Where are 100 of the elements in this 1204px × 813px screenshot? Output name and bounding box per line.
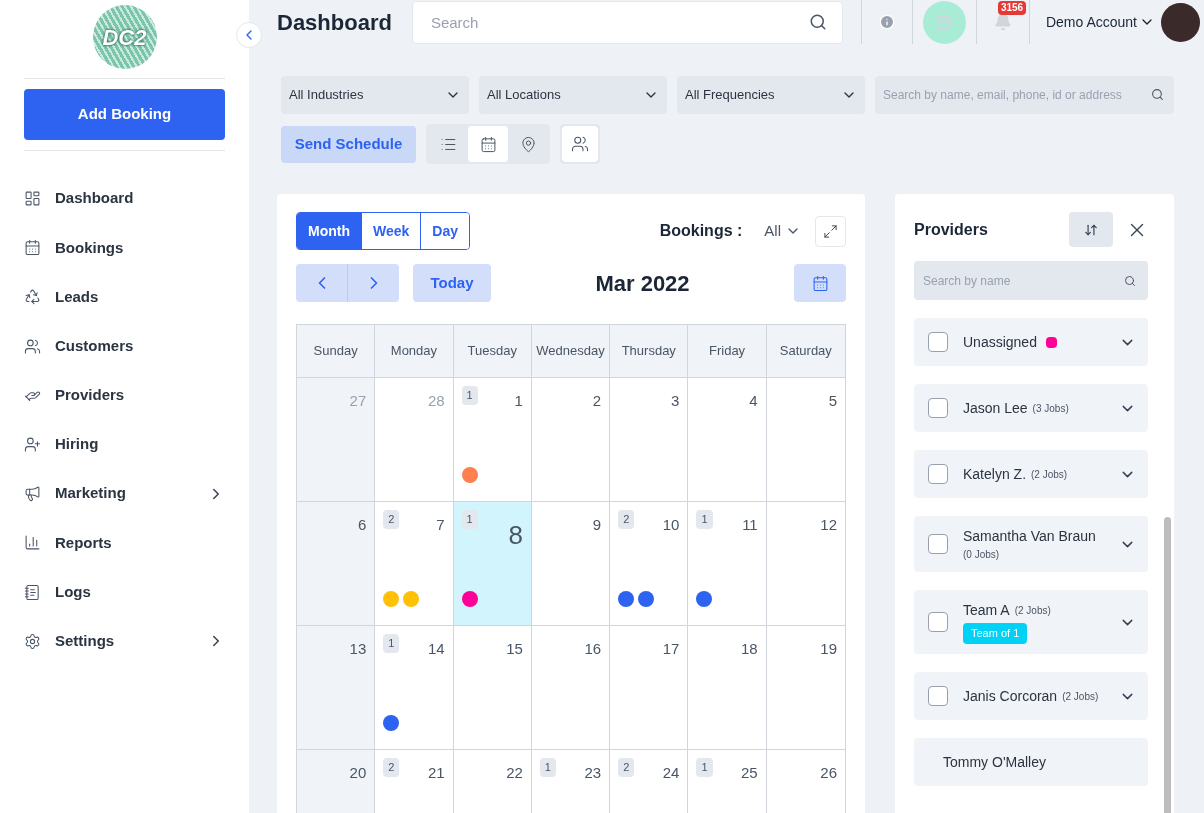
nav-item[interactable]: Logs: [24, 567, 225, 617]
nav-item[interactable]: Reports: [24, 518, 225, 568]
nav-item[interactable]: Providers: [24, 370, 225, 420]
provider-item[interactable]: Unassigned: [914, 318, 1148, 366]
day-cell[interactable]: 2 10: [610, 501, 689, 625]
provider-name: Samantha Van Braun: [963, 527, 1096, 546]
provider-search-field[interactable]: Search by name: [914, 261, 1148, 300]
view-tab[interactable]: Day: [420, 213, 469, 249]
day-cell[interactable]: 1 25: [688, 749, 767, 813]
search-field[interactable]: Search: [411, 0, 843, 44]
day-cell[interactable]: 6: [297, 501, 376, 625]
booking-count: 2: [383, 758, 400, 777]
provider-item[interactable]: Katelyn Z. (2 Jobs): [914, 450, 1148, 498]
day-number: 16: [584, 639, 602, 659]
day-cell[interactable]: 2 24: [610, 749, 689, 813]
nav-item[interactable]: Bookings: [24, 223, 225, 273]
day-cell[interactable]: 1 14: [375, 625, 454, 749]
sort-arrows-icon: [1084, 222, 1098, 237]
nav-item[interactable]: Customers: [24, 321, 225, 371]
day-cell[interactable]: 20: [297, 749, 376, 813]
nav-item[interactable]: Settings: [24, 616, 225, 666]
provider-item[interactable]: Janis Corcoran (2 Jobs): [914, 672, 1148, 720]
date-picker-button[interactable]: [794, 264, 846, 302]
provider-checkbox[interactable]: [928, 686, 948, 706]
day-number: 19: [820, 639, 837, 659]
expand-icon: [823, 223, 838, 239]
day-number: 25: [741, 763, 758, 783]
bar-chart-icon: [24, 534, 41, 552]
bookings-search-field[interactable]: Search by name, email, phone, id or address: [875, 76, 1174, 114]
calendar-view-button[interactable]: [468, 126, 508, 162]
send-schedule-button[interactable]: Send Schedule: [281, 125, 416, 163]
provider-item[interactable]: Tommy O'Malley: [914, 738, 1148, 786]
day-cell[interactable]: 1 11: [688, 501, 767, 625]
day-cell[interactable]: 2 7: [375, 501, 454, 625]
provider-name: Unassigned: [963, 332, 1037, 352]
people-icon: [571, 135, 589, 153]
team-view-button[interactable]: [562, 126, 598, 162]
today-button[interactable]: Today: [413, 264, 491, 302]
day-cell[interactable]: 22: [453, 749, 532, 813]
sort-button[interactable]: [1069, 212, 1113, 247]
booking-count: 2: [383, 510, 400, 529]
weekday-header: Thursday: [610, 325, 689, 377]
provider-item[interactable]: Jason Lee (3 Jobs): [914, 384, 1148, 432]
scrollbar[interactable]: [1164, 517, 1171, 813]
day-number: 20: [349, 763, 367, 783]
job-count: (2 Jobs): [1014, 604, 1051, 618]
filter-dropdown[interactable]: All Industries: [281, 76, 469, 114]
nav-item[interactable]: Marketing: [24, 469, 225, 519]
provider-checkbox[interactable]: [928, 612, 948, 632]
provider-checkbox[interactable]: [928, 398, 948, 418]
day-cell[interactable]: 16: [531, 625, 611, 749]
day-cell[interactable]: 18: [688, 625, 767, 749]
nav-item[interactable]: Hiring: [24, 419, 225, 470]
person-plus-icon: [24, 436, 41, 454]
provider-checkbox[interactable]: [928, 464, 948, 484]
calendar-icon: [24, 239, 41, 257]
search-icon: [1124, 275, 1136, 287]
filter-dropdown[interactable]: All Frequencies: [677, 76, 865, 114]
provider-checkbox[interactable]: [928, 332, 948, 352]
day-cell[interactable]: 3: [610, 377, 689, 501]
day-cell[interactable]: 2: [531, 377, 611, 501]
day-number: 4: [749, 391, 758, 411]
provider-name: Tommy O'Malley: [943, 752, 1047, 772]
job-count: (3 Jobs): [1032, 401, 1069, 416]
day-cell[interactable]: 17: [610, 625, 689, 749]
provider-item[interactable]: Samantha Van Braun (0 Jobs): [914, 516, 1148, 572]
nav-item[interactable]: Leads: [24, 272, 225, 322]
day-cell[interactable]: 15: [453, 625, 532, 749]
booking-count: 2: [618, 510, 635, 529]
day-cell[interactable]: 9: [531, 501, 611, 625]
provider-name: Janis Corcoran: [963, 686, 1058, 706]
info-icon[interactable]: [878, 14, 895, 30]
filter-dropdown[interactable]: All Locations: [479, 76, 667, 114]
day-number: 9: [592, 515, 602, 535]
account-menu[interactable]: Demo Account: [1045, 11, 1155, 33]
settings-icon: [24, 632, 41, 650]
provider-checkbox[interactable]: [928, 534, 948, 554]
calendar-icon: [811, 274, 829, 292]
day-cell[interactable]: 2 21: [375, 749, 454, 813]
day-number: 12: [820, 515, 837, 535]
view-tab[interactable]: Month: [297, 213, 361, 249]
add-booking-button[interactable]: Add Booking: [24, 89, 225, 140]
bookings-filter[interactable]: All: [764, 219, 801, 243]
bell-icon[interactable]: [993, 13, 1012, 31]
search-icon: [1151, 88, 1164, 101]
fullscreen-button[interactable]: [815, 215, 846, 247]
month-title: Mar 2022: [594, 269, 691, 298]
day-cell[interactable]: 1 23: [531, 749, 611, 813]
day-cell[interactable]: 13: [297, 625, 376, 749]
day-number: 14: [427, 639, 445, 659]
day-cell[interactable]: 1 1: [453, 377, 532, 501]
provider-item[interactable]: Team A (2 Jobs) Team of 1: [914, 590, 1148, 654]
nav-item[interactable]: Dashboard: [24, 174, 225, 224]
booking-count: 1: [383, 634, 400, 653]
day-cell[interactable]: 1 8: [453, 501, 532, 625]
page-title: Dashboard: [277, 8, 392, 37]
provider-name: Jason Lee: [963, 398, 1028, 418]
day-cell[interactable]: 4: [688, 377, 767, 501]
day-number: 2: [592, 391, 602, 411]
avatar[interactable]: [1161, 2, 1200, 42]
